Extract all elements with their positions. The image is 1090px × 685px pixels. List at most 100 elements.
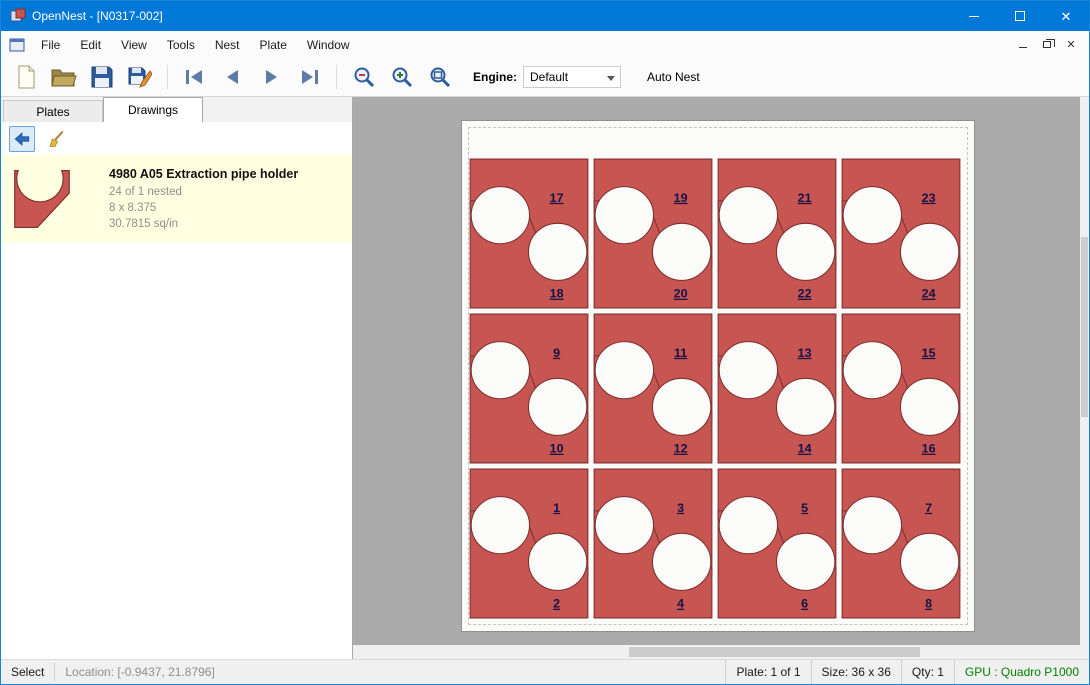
part-number-top: 9 (553, 346, 560, 360)
app-icon (10, 8, 26, 24)
nest-tile[interactable]: 56 (715, 466, 839, 621)
horizontal-scrollbar-thumb[interactable] (629, 647, 920, 657)
sidebar: Plates Drawings 498 (1, 97, 353, 659)
part-number-top: 23 (922, 191, 936, 205)
close-button[interactable]: ✕ (1043, 1, 1089, 31)
part-number-bottom: 14 (798, 442, 812, 456)
nest-canvas[interactable]: 171819202122232491011121314151612345678 (353, 97, 1080, 645)
tab-drawings[interactable]: Drawings (103, 97, 203, 122)
open-button[interactable] (48, 61, 80, 93)
close-icon: ✕ (1061, 10, 1072, 23)
vertical-scrollbar-thumb[interactable] (1081, 237, 1088, 417)
nav-prev-icon (222, 68, 244, 86)
maximize-icon (1015, 11, 1025, 21)
statusbar: Select Location: [-0.9437, 21.8796] Plat… (1, 659, 1089, 684)
mdi-close-button[interactable]: ✕ (1059, 35, 1083, 55)
new-button[interactable] (10, 61, 42, 93)
part-number-top: 17 (550, 191, 564, 205)
nest-tile[interactable]: 1516 (839, 311, 963, 466)
nest-tile[interactable]: 13 14 (715, 311, 839, 466)
part-number-bottom: 6 (801, 597, 808, 611)
part-number-bottom: 2 (553, 597, 560, 611)
zoom-window-button[interactable] (424, 61, 456, 93)
mdi-close-icon: ✕ (1066, 38, 1075, 51)
save-as-icon (128, 65, 152, 89)
status-qty: Qty: 1 (901, 660, 954, 684)
maximize-button[interactable] (997, 1, 1043, 31)
menu-item-file[interactable]: File (31, 33, 70, 57)
status-mode: Select (1, 663, 54, 681)
menu-item-plate[interactable]: Plate (250, 33, 297, 57)
auto-nest-button[interactable]: Auto Nest (639, 64, 708, 90)
tab-plates[interactable]: Plates (3, 100, 103, 122)
horizontal-scrollbar[interactable] (353, 645, 1080, 659)
part-number-top: 5 (801, 501, 808, 515)
menu-item-edit[interactable]: Edit (70, 33, 111, 57)
zoom-in-icon (391, 66, 413, 88)
nest-tile[interactable]: 1920 (591, 156, 715, 311)
back-arrow-icon (13, 130, 31, 148)
plate-sheet[interactable]: 171819202122232491011121314151612345678 (461, 120, 975, 632)
engine-select-value: Default (530, 70, 568, 84)
back-arrow-button[interactable] (9, 126, 35, 152)
part-number-top: 11 (674, 346, 687, 360)
menu-item-nest[interactable]: Nest (205, 33, 250, 57)
canvas-wrap: 171819202122232491011121314151612345678 (353, 97, 1089, 659)
menu-item-window[interactable]: Window (297, 33, 360, 57)
nest-tile[interactable]: 21 22 (715, 156, 839, 311)
scrollbar-corner (1080, 645, 1089, 659)
nav-next-icon (260, 68, 282, 86)
minimize-button[interactable] (951, 1, 997, 31)
minimize-icon (969, 16, 979, 17)
status-location: Location: [-0.9437, 21.8796] (55, 663, 224, 681)
new-file-icon (15, 65, 37, 89)
zoom-out-button[interactable] (348, 61, 380, 93)
save-as-button[interactable] (124, 61, 156, 93)
part-number-top: 21 (798, 191, 812, 205)
drawing-list-item[interactable]: 4980 A05 Extraction pipe holder 24 of 1 … (1, 155, 352, 243)
part-number-top: 15 (922, 346, 936, 360)
status-size: Size: 36 x 36 (811, 660, 901, 684)
part-number-top: 19 (674, 191, 688, 205)
status-gpu: GPU : Quadro P1000 (954, 660, 1089, 684)
save-button[interactable] (86, 61, 118, 93)
engine-select[interactable]: Default (523, 66, 621, 88)
nest-tile[interactable]: 1718 (467, 156, 591, 311)
drawing-title: 4980 A05 Extraction pipe holder (109, 167, 298, 181)
vertical-scrollbar[interactable] (1080, 97, 1089, 645)
nest-tile[interactable]: 12 (467, 466, 591, 621)
drawing-nested-count: 24 of 1 nested (109, 184, 298, 200)
nav-last-button[interactable] (293, 61, 325, 93)
engine-label: Engine: (473, 70, 517, 84)
zoom-window-icon (429, 66, 451, 88)
mdi-minimize-button[interactable] (1011, 35, 1035, 55)
part-number-bottom: 12 (674, 442, 688, 456)
part-number-bottom: 24 (922, 287, 936, 301)
nest-tile[interactable]: 11 12 (591, 311, 715, 466)
zoom-in-button[interactable] (386, 61, 418, 93)
part-number-top: 13 (798, 346, 812, 360)
main-toolbar: Engine: Default Auto Nest (1, 58, 1089, 97)
part-number-top: 3 (677, 501, 684, 515)
mdi-document-icon (9, 38, 25, 52)
mdi-minimize-icon (1019, 47, 1027, 48)
mdi-restore-button[interactable] (1035, 35, 1059, 55)
nest-tile[interactable]: 34 (591, 466, 715, 621)
menu-item-view[interactable]: View (111, 33, 157, 57)
part-number-bottom: 20 (674, 287, 688, 301)
nav-first-button[interactable] (179, 61, 211, 93)
nest-tile[interactable]: 23 24 (839, 156, 963, 311)
open-folder-icon (51, 66, 77, 88)
save-icon (91, 66, 113, 88)
part-number-top: 1 (553, 501, 560, 515)
toolbar-separator (336, 65, 337, 89)
part-number-bottom: 22 (798, 287, 812, 301)
nest-tile[interactable]: 78 (839, 466, 963, 621)
nav-first-icon (184, 68, 206, 86)
nav-next-button[interactable] (255, 61, 287, 93)
nest-tile[interactable]: 910 (467, 311, 591, 466)
status-plate: Plate: 1 of 1 (725, 660, 810, 684)
clean-button[interactable] (43, 126, 69, 152)
nav-prev-button[interactable] (217, 61, 249, 93)
menu-item-tools[interactable]: Tools (157, 33, 205, 57)
